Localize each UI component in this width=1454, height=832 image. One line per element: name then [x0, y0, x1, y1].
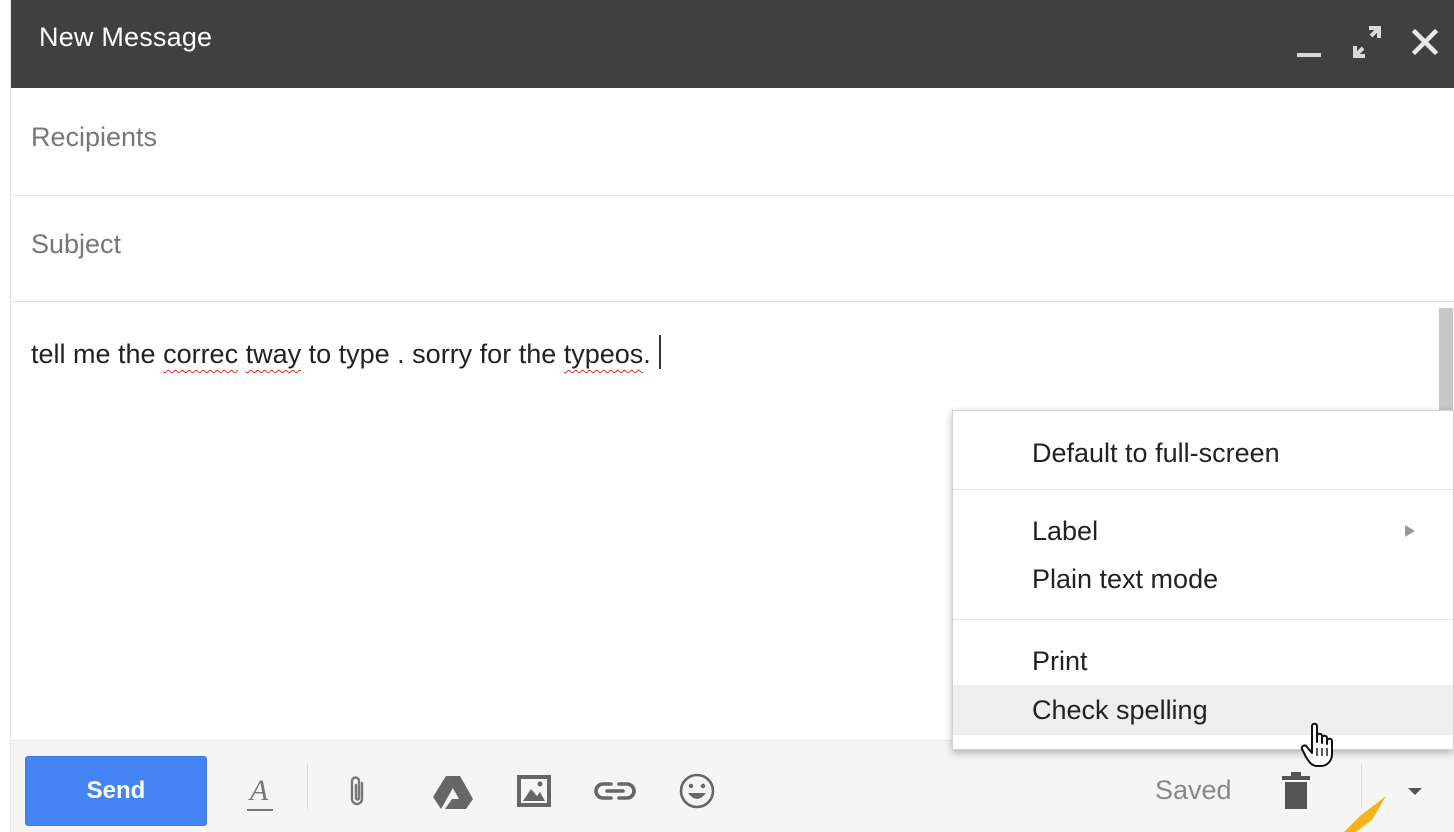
- menu-item-label-text: Label: [1032, 516, 1099, 546]
- menu-item-check-spelling[interactable]: Check spelling: [953, 685, 1453, 735]
- close-icon[interactable]: [1405, 20, 1445, 64]
- save-status: Saved: [1155, 775, 1232, 805]
- menu-separator: [953, 489, 1453, 490]
- message-body[interactable]: tell me the correc tway to type . sorry …: [31, 335, 661, 370]
- formatting-underline: [247, 809, 273, 811]
- body-segment: to type . sorry for the: [301, 339, 564, 369]
- misspelled-word[interactable]: typeos: [564, 339, 644, 369]
- subject-field[interactable]: Subject: [11, 196, 1454, 302]
- toolbar-divider: [307, 763, 308, 809]
- body-scrollbar[interactable]: [1439, 308, 1453, 410]
- menu-item-plain-text-mode[interactable]: Plain text mode: [953, 554, 1453, 604]
- misspelled-word[interactable]: tway: [246, 339, 302, 369]
- body-segment: [238, 339, 246, 369]
- menu-item-default-full-screen[interactable]: Default to full-screen: [953, 428, 1453, 478]
- attach-icon[interactable]: [343, 771, 373, 811]
- compose-toolbar: Send A Saved: [11, 740, 1454, 832]
- chevron-down-icon: [1408, 787, 1422, 795]
- body-segment: tell me the: [31, 339, 164, 369]
- compose-titlebar[interactable]: New Message: [11, 0, 1454, 88]
- menu-item-label[interactable]: Label: [953, 506, 1453, 556]
- body-segment: .: [643, 339, 651, 369]
- send-button[interactable]: Send: [25, 756, 207, 826]
- minimize-icon[interactable]: [1291, 20, 1331, 64]
- link-icon[interactable]: [591, 771, 639, 811]
- drive-icon[interactable]: [431, 771, 475, 811]
- expand-icon[interactable]: [1347, 20, 1387, 64]
- recipients-field[interactable]: Recipients: [11, 88, 1454, 196]
- formatting-icon[interactable]: A: [239, 771, 279, 811]
- more-options-icon[interactable]: [1395, 771, 1435, 811]
- trash-icon[interactable]: [1279, 771, 1313, 811]
- annotation-arrow-icon: [1336, 796, 1396, 832]
- compose-title: New Message: [39, 22, 213, 52]
- menu-separator: [953, 619, 1453, 620]
- more-options-menu: Default to full-screen Label Plain text …: [952, 410, 1454, 750]
- misspelled-word[interactable]: correc: [163, 339, 238, 369]
- photo-icon[interactable]: [511, 771, 555, 811]
- hand-cursor-icon: [1300, 722, 1340, 768]
- emoji-icon[interactable]: [675, 771, 719, 811]
- subject-placeholder: Subject: [31, 229, 122, 259]
- formatting-glyph: A: [249, 774, 269, 807]
- submenu-arrow-icon: [1405, 525, 1415, 537]
- text-caret: [658, 335, 661, 369]
- menu-item-print[interactable]: Print: [953, 636, 1453, 686]
- recipients-placeholder: Recipients: [31, 122, 158, 152]
